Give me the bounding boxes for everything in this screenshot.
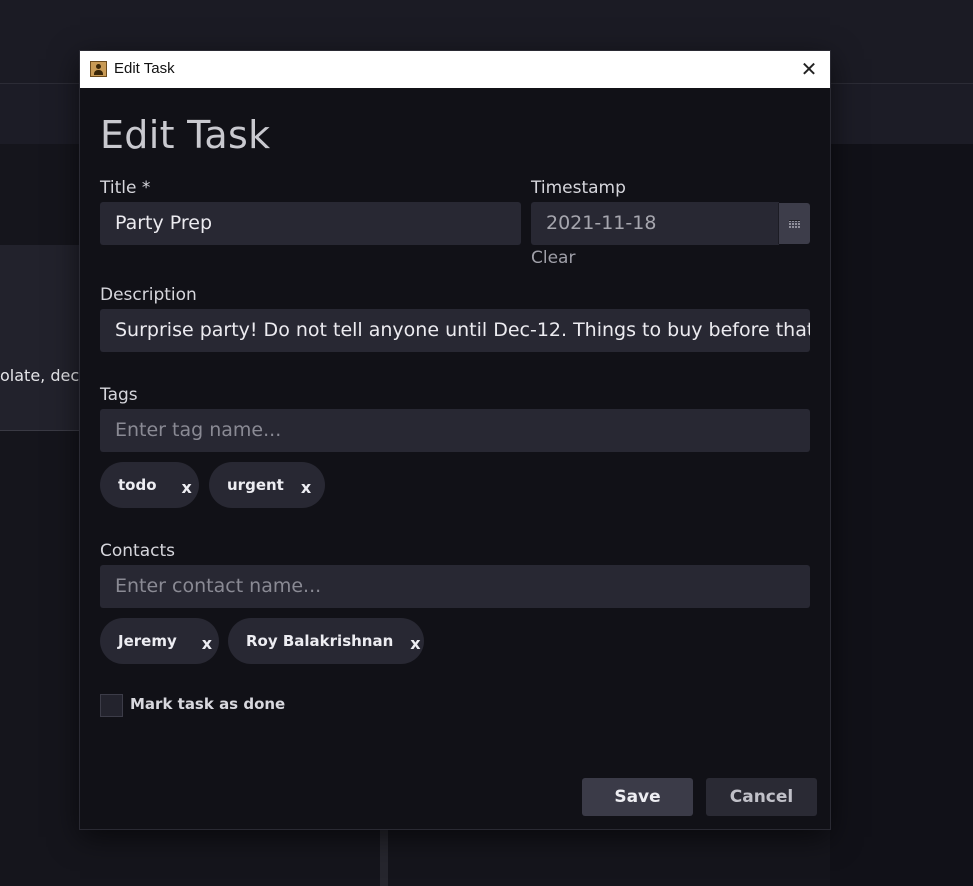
remove-contact-jeremy-button[interactable]: x <box>202 634 212 653</box>
mark-done-label[interactable]: Mark task as done <box>130 695 285 713</box>
description-input[interactable]: Surprise party! Do not tell anyone until… <box>100 309 810 352</box>
close-icon[interactable]: ✕ <box>796 57 822 83</box>
save-button[interactable]: Save <box>582 778 693 816</box>
title-label: Title * <box>100 178 151 198</box>
tag-chip-label: urgent <box>227 476 284 494</box>
tags-label: Tags <box>100 385 138 405</box>
calendar-icon <box>789 219 800 229</box>
title-input[interactable]: Party Prep <box>100 202 521 245</box>
timestamp-input[interactable]: 2021-11-18 <box>531 202 779 245</box>
description-label: Description <box>100 285 197 305</box>
mark-done-checkbox[interactable] <box>100 694 123 717</box>
background-task-card-text: olate, deco <box>0 366 80 385</box>
page-title: Edit Task <box>100 113 271 157</box>
background-divider <box>380 829 388 886</box>
remove-contact-roy-button[interactable]: x <box>410 634 420 653</box>
contact-chip-jeremy: Jeremy x <box>100 618 219 664</box>
remove-tag-todo-button[interactable]: x <box>182 478 192 497</box>
contacts-label: Contacts <box>100 541 175 561</box>
clear-timestamp-link[interactable]: Clear <box>531 248 575 268</box>
dialog-titlebar[interactable]: Edit Task ✕ <box>80 51 830 88</box>
tag-chip-urgent: urgent x <box>209 462 325 508</box>
window-title: Edit Task <box>114 60 175 77</box>
contact-chip-roy-balakrishnan: Roy Balakrishnan x <box>228 618 424 664</box>
tag-input[interactable]: Enter tag name... <box>100 409 810 452</box>
tag-chip-todo: todo x <box>100 462 199 508</box>
background-right-pane <box>830 144 973 886</box>
contact-input[interactable]: Enter contact name... <box>100 565 810 608</box>
tag-chip-label: todo <box>118 476 157 494</box>
cancel-button[interactable]: Cancel <box>706 778 817 816</box>
calendar-button[interactable] <box>778 203 810 244</box>
contact-chip-label: Jeremy <box>118 632 177 650</box>
remove-tag-urgent-button[interactable]: x <box>301 478 311 497</box>
contact-card-icon <box>90 61 107 77</box>
background-task-card <box>0 245 80 431</box>
contact-chip-label: Roy Balakrishnan <box>246 632 394 650</box>
edit-task-dialog: Edit Task ✕ Edit Task Title * Party Prep… <box>80 51 830 829</box>
timestamp-label: Timestamp <box>531 178 626 198</box>
